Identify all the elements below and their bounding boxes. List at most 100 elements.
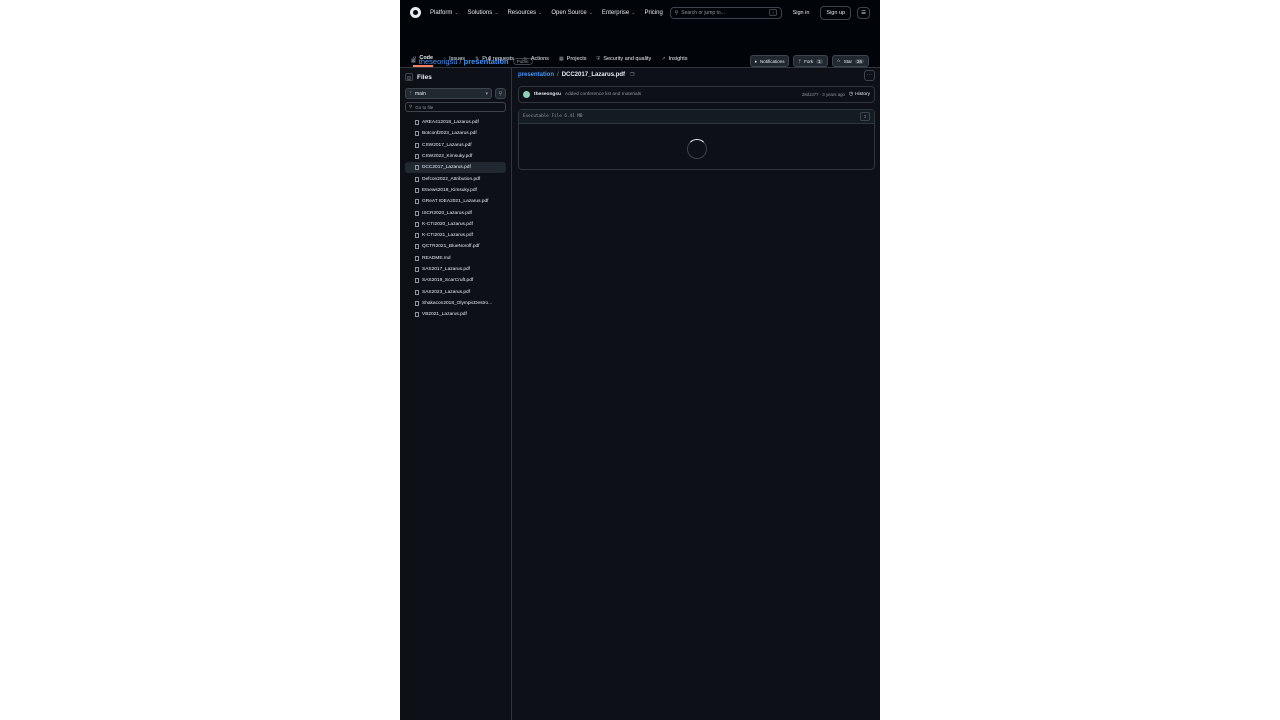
global-nav: Platform ⌄ Solutions ⌄ Resources ⌄ Open Source…	[430, 10, 663, 16]
file-tree-item[interactable]: CSW2017_Lazarus.pdf	[405, 140, 506, 151]
menu-icon[interactable]: ☰	[857, 6, 870, 19]
tab-actions[interactable]: ▷ Actions	[524, 55, 549, 67]
file-tree-item[interactable]: Shakacon2018_OlympicDestro...	[405, 298, 506, 309]
sidebar-toggle-icon[interactable]: ◫	[405, 73, 413, 81]
branch-icon: ᛉ	[409, 90, 413, 97]
tab-label: Issues	[449, 56, 466, 62]
tab-security-and-quality[interactable]: ⛨ Security and quality	[597, 55, 652, 67]
tab-projects[interactable]: ▦ Projects	[559, 55, 587, 67]
star-count: 26	[854, 58, 864, 64]
file-content: presentation / DCC2017_Lazarus.pdf ❐ ⋯ t…	[518, 68, 875, 170]
file-viewer-header: Executable File 6.41 MB ↧	[519, 110, 874, 124]
file-icon	[415, 165, 419, 171]
file-tree-item[interactable]: Botconf2023_Lazarus.pdf	[405, 128, 506, 139]
search-input[interactable]: ⚲ Search or jump to... /	[669, 6, 782, 19]
file-tree-item[interactable]: K-CTI2021_Lazarus.pdf	[405, 230, 506, 241]
file-tree-item[interactable]: SAS2019_ScarCruft.pdf	[405, 275, 506, 286]
nav-item-label: Open Source	[551, 9, 587, 16]
file-icon	[415, 278, 419, 284]
github-logo-icon[interactable]	[410, 7, 421, 18]
tab-label: Projects	[566, 56, 587, 62]
file-tree-item[interactable]: Defcon2022_Attribution.pdf	[405, 173, 506, 184]
go-to-file-input[interactable]: ⚲ Go to file	[405, 102, 506, 112]
file-tree-item-label: SAS2023_Lazarus.pdf	[422, 289, 471, 295]
history-label: History	[855, 92, 870, 97]
nav-item-solutions[interactable]: Solutions ⌄	[468, 10, 499, 16]
chevron-down-icon: ⌄	[454, 9, 459, 16]
copy-icon[interactable]: ❐	[630, 72, 634, 78]
file-tree-item[interactable]: SAS2023_Lazarus.pdf	[405, 286, 506, 297]
tab-icon: ○	[443, 56, 447, 62]
file-tree-item[interactable]: AREA412018_Lazarus.pdf	[405, 117, 506, 128]
branch-row: ᛉ main ▾ ⚲	[405, 88, 506, 99]
files-header: ◫ Files	[405, 70, 506, 84]
file-icon	[415, 154, 419, 160]
sign-in-link[interactable]: Sign in	[788, 7, 815, 19]
nav-item-pricing[interactable]: Pricing	[644, 10, 662, 16]
download-icon: ↧	[863, 113, 867, 120]
nav-item-enterprise[interactable]: Enterprise ⌄	[602, 10, 636, 16]
breadcrumb-repo-link[interactable]: presentation	[518, 72, 554, 78]
nav-item-platform[interactable]: Platform ⌄	[430, 10, 459, 16]
file-tree-item[interactable]: QCTR2021_BlueNoroff.pdf	[405, 241, 506, 252]
latest-commit: theseongsu Added conference list and mat…	[518, 86, 875, 103]
file-tree-sidebar: ◫ Files ᛉ main ▾ ⚲ ⚲ Go to file AREA4120…	[400, 68, 512, 720]
more-options-button[interactable]: ⋯	[864, 69, 875, 81]
commit-hash[interactable]: 28d1377	[802, 92, 819, 97]
main-area: ◫ Files ᛉ main ▾ ⚲ ⚲ Go to file AREA4120…	[400, 68, 880, 720]
file-icon	[415, 267, 419, 272]
chevron-down-icon: ⌄	[631, 9, 636, 16]
star-label: Star	[843, 58, 852, 64]
breadcrumb-file: DCC2017_Lazarus.pdf	[561, 72, 626, 78]
tab-label: Code	[419, 55, 434, 61]
file-tree-item-label: Defcon2022_Attribution.pdf	[422, 176, 481, 182]
commit-meta: 28d1377 · 3 years ago	[802, 92, 845, 97]
chevron-down-icon: ▾	[485, 90, 488, 97]
fork-icon: ᛉ	[798, 58, 802, 64]
commit-message[interactable]: Added conference list and materials	[565, 92, 641, 97]
file-icon	[415, 255, 419, 261]
repo-tabs: ‹› Code ○ Issues ⇅ Pull requests ▷ Actions ▦ Proj…	[413, 55, 687, 67]
commit-author[interactable]: theseongsu	[534, 92, 561, 97]
tab-label: Security and quality	[603, 56, 652, 62]
tab-pull-requests[interactable]: ⇅ Pull requests	[475, 55, 514, 67]
file-tree-item[interactable]: VB2021_Lazarus.pdf	[405, 309, 506, 320]
sign-up-button[interactable]: Sign up	[820, 5, 852, 20]
loading-spinner-icon	[687, 139, 707, 159]
nav-item-resources[interactable]: Resources ⌄	[507, 10, 542, 16]
file-icon	[415, 131, 419, 137]
download-button[interactable]: ↧	[860, 112, 870, 121]
go-to-file-placeholder: Go to file	[415, 104, 434, 110]
chevron-down-icon: ⌄	[494, 9, 499, 16]
nav-item-open-source[interactable]: Open Source ⌄	[551, 10, 593, 16]
avatar[interactable]	[523, 91, 530, 98]
branch-selector[interactable]: ᛉ main ▾	[405, 88, 492, 99]
history-button[interactable]: ◷ History	[849, 92, 870, 97]
file-tree-item[interactable]: Etnews2018_Kimsuky.pdf	[405, 185, 506, 196]
search-icon: ⚲	[674, 9, 679, 16]
tab-insights[interactable]: ↗ Insights	[661, 55, 687, 67]
file-tree-item[interactable]: ISCR2020_Lazarus.pdf	[405, 207, 506, 218]
tab-label: Actions	[530, 56, 549, 62]
file-tree-item[interactable]: DCC2017_Lazarus.pdf	[405, 162, 506, 174]
file-tree-item-label: Etnews2018_Kimsuky.pdf	[422, 187, 477, 193]
branch-name: main	[415, 90, 426, 97]
file-tree-item-label: Botconf2023_Lazarus.pdf	[422, 131, 477, 137]
file-tree-item[interactable]: GReAT IDEA2021_Lazarus.pdf	[405, 196, 506, 207]
file-tree-item[interactable]: README.md	[405, 253, 506, 264]
file-tree-item-label: K-CTI2021_Lazarus.pdf	[422, 233, 473, 239]
tab-issues[interactable]: ○ Issues	[443, 55, 465, 67]
file-tree-item[interactable]: CSW2022_Kimsuky.pdf	[405, 151, 506, 162]
file-tree-item[interactable]: K-CTI2020_Lazarus.pdf	[405, 219, 506, 230]
file-icon	[415, 176, 419, 182]
file-tree-item[interactable]: SAS2017_Lazarus.pdf	[405, 264, 506, 275]
fork-button[interactable]: ᛉ Fork 1	[793, 55, 828, 67]
tab-icon: ⇅	[475, 56, 480, 62]
file-search-button[interactable]: ⚲	[495, 88, 506, 99]
files-title: Files	[417, 73, 432, 81]
star-button[interactable]: ☆ Star 26	[831, 55, 869, 67]
tab-code[interactable]: ‹› Code	[413, 55, 434, 67]
history-icon: ◷	[848, 92, 854, 97]
notifications-button[interactable]: ♦ Notifications	[749, 55, 790, 67]
file-tree-item-label: DCC2017_Lazarus.pdf	[422, 165, 471, 171]
